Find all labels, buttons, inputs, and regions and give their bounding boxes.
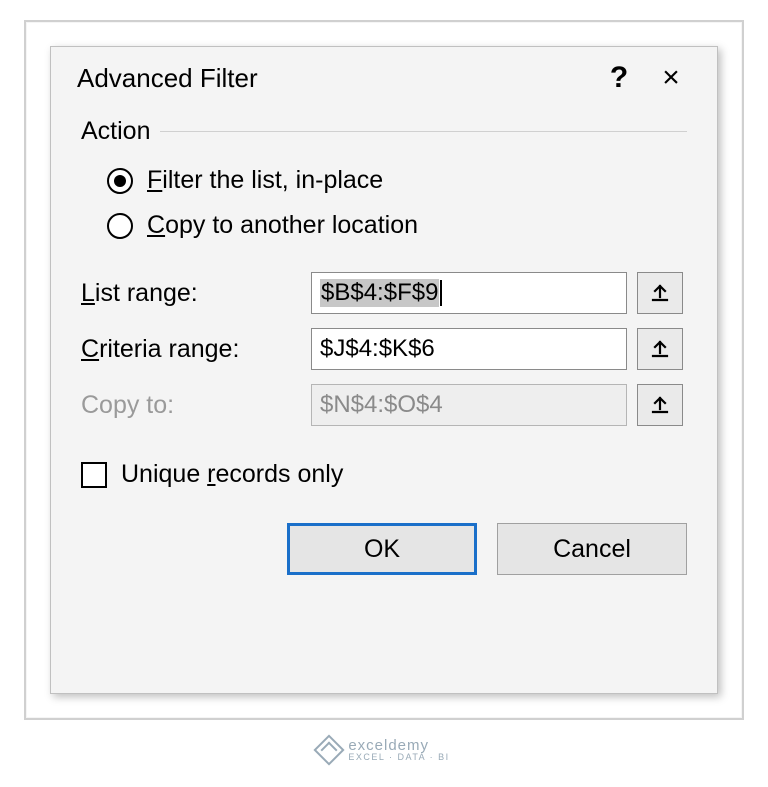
copy-to-collapse-button[interactable] <box>637 384 683 426</box>
advanced-filter-dialog: Advanced Filter ? × Action Filter the li… <box>50 46 718 694</box>
list-range-input[interactable]: $B$4:$F$9 <box>311 272 627 314</box>
watermark: exceldemy EXCEL · DATA · BI <box>318 738 449 762</box>
divider <box>160 131 687 132</box>
copy-to-label: Copy to: <box>81 391 301 420</box>
action-group-header: Action <box>81 117 687 146</box>
text-cursor-icon <box>440 280 442 306</box>
titlebar: Advanced Filter ? × <box>51 47 717 105</box>
close-icon[interactable]: × <box>643 63 699 93</box>
watermark-logo-icon <box>314 735 345 766</box>
list-range-label: List range: <box>81 279 301 308</box>
dialog-content: Action Filter the list, in-place Copy to… <box>51 105 717 693</box>
radio-copy-to-location[interactable]: Copy to another location <box>107 211 687 240</box>
ok-button[interactable]: OK <box>287 523 477 575</box>
criteria-range-collapse-button[interactable] <box>637 328 683 370</box>
list-range-collapse-button[interactable] <box>637 272 683 314</box>
checkbox-label: Unique records only <box>121 460 343 489</box>
radio-label: Filter the list, in-place <box>147 166 383 195</box>
radio-icon <box>107 168 133 194</box>
dialog-buttons: OK Cancel <box>81 523 687 575</box>
range-fields: List range: $B$4:$F$9 Criteria range: $J… <box>81 272 687 426</box>
dialog-title: Advanced Filter <box>77 63 595 94</box>
collapse-dialog-icon <box>650 339 670 359</box>
copy-to-input: $N$4:$O$4 <box>311 384 627 426</box>
criteria-range-label: Criteria range: <box>81 335 301 364</box>
action-group-label: Action <box>81 117 150 146</box>
collapse-dialog-icon <box>650 283 670 303</box>
unique-records-checkbox[interactable]: Unique records only <box>81 460 687 489</box>
cancel-button[interactable]: Cancel <box>497 523 687 575</box>
checkbox-icon <box>81 462 107 488</box>
criteria-range-input[interactable]: $J$4:$K$6 <box>311 328 627 370</box>
radio-label: Copy to another location <box>147 211 418 240</box>
radio-filter-in-place[interactable]: Filter the list, in-place <box>107 166 687 195</box>
collapse-dialog-icon <box>650 395 670 415</box>
dialog-outer-frame: Advanced Filter ? × Action Filter the li… <box>24 20 744 720</box>
help-icon[interactable]: ? <box>595 61 643 95</box>
watermark-tagline: EXCEL · DATA · BI <box>348 753 449 763</box>
radio-icon <box>107 213 133 239</box>
